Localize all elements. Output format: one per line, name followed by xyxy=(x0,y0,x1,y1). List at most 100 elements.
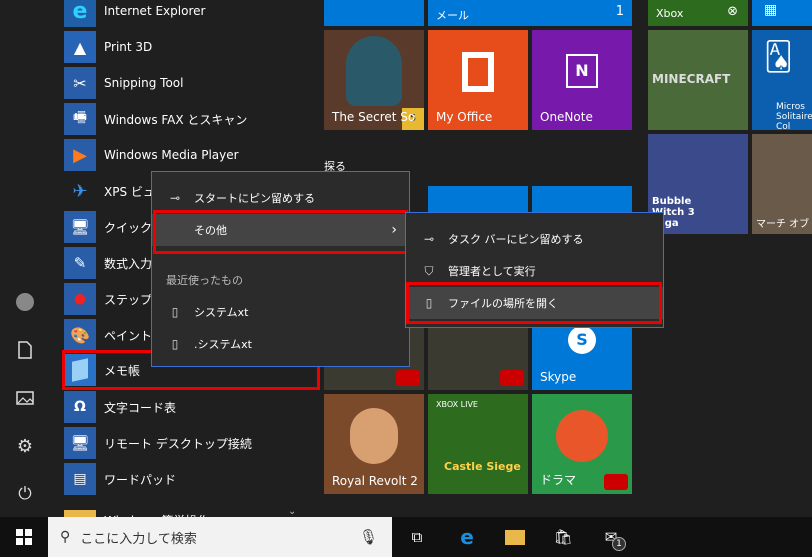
menu-pin-to-start[interactable]: ⊸ スタートにピン留めする xyxy=(152,182,409,214)
app-label: Print 3D xyxy=(104,40,153,54)
app-item-character-map[interactable]: Ω 文字コード表 xyxy=(64,389,314,425)
tile-label: メール xyxy=(436,9,469,22)
app-label: ワードパッド xyxy=(104,472,177,487)
context-menu-submenu: ⊸ タスク バーにピン留めする ⛉ 管理者として実行 ▯ ファイルの場所を開く xyxy=(405,212,664,328)
settings-button[interactable]: ⚙ xyxy=(0,424,50,468)
search-box[interactable]: ⚲ ここに入力して検索 🎙 xyxy=(48,517,392,557)
tile-my-office[interactable]: My Office xyxy=(428,30,528,130)
tile-secret-society[interactable]: 5 The Secret So xyxy=(324,30,424,130)
tile-xbox[interactable]: Xbox ⊗ xyxy=(648,0,748,26)
task-view-icon: ⧉ xyxy=(411,528,423,546)
section-heading: 最近使ったもの xyxy=(166,274,243,287)
mail-button[interactable]: ✉ 1 xyxy=(588,517,634,557)
tile-label: Skype xyxy=(540,370,577,384)
store-button[interactable]: 🛍 xyxy=(540,517,586,557)
chevron-right-icon: › xyxy=(391,222,397,238)
app-label: リモート デスクトップ接続 xyxy=(104,436,252,451)
tile-solitaire[interactable]: 🂡 Micros Solitaire Col xyxy=(752,30,812,130)
print-3d-icon: ▲ xyxy=(64,31,96,63)
office-icon xyxy=(462,52,494,92)
power-button[interactable]: ⏻ xyxy=(0,472,50,516)
taskbar: ⚲ ここに入力して検索 🎙 ⧉ e 🛍 ✉ 1 xyxy=(0,517,812,557)
recent-file-label: .システムxt xyxy=(194,338,252,351)
tile-royal-revolt[interactable]: Royal Revolt 2 xyxy=(324,394,424,494)
menu-pin-to-taskbar[interactable]: ⊸ タスク バーにピン留めする xyxy=(406,223,663,255)
search-placeholder: ここに入力して検索 xyxy=(80,531,197,547)
app-item-wordpad[interactable]: ▤ ワードパッド xyxy=(64,461,314,497)
recent-item[interactable]: ▯ .システムxt xyxy=(152,328,409,360)
tile-label: MINECRAFT xyxy=(652,72,731,86)
game-artwork-icon xyxy=(346,36,402,106)
app-label: Snipping Tool xyxy=(104,76,184,90)
tile-march-of-empires[interactable]: マーチ オブ xyxy=(752,134,812,234)
tile-label: Royal Revolt 2 xyxy=(332,474,418,488)
file-explorer-button[interactable] xyxy=(492,517,538,557)
app-item-media-player[interactable]: ▶ Windows Media Player xyxy=(64,137,314,173)
tile-minecraft[interactable]: MINECRAFT xyxy=(648,30,748,130)
app-item-fax[interactable]: 🖷 Windows FAX とスキャン xyxy=(64,101,314,137)
app-label: 文字コード表 xyxy=(104,400,177,415)
tile-castle-siege[interactable]: XBOX LIVE Castle Siege xyxy=(428,394,528,494)
shield-icon: ⛉ xyxy=(424,263,434,278)
tile-world-of-tanks[interactable] xyxy=(428,322,528,390)
app-label: Windows Media Player xyxy=(104,148,239,162)
menu-run-as-admin[interactable]: ⛉ 管理者として実行 xyxy=(406,255,663,287)
menu-item-label: タスク バーにピン留めする xyxy=(448,233,584,246)
tile-dragon-mania[interactable]: ドラマ xyxy=(532,394,632,494)
snipping-tool-icon: ✂ xyxy=(64,67,96,99)
menu-item-label: ファイルの場所を開く xyxy=(448,297,558,310)
remote-desktop-icon: 🖥 xyxy=(64,427,96,459)
start-left-rail: ⚙ ⏻ xyxy=(0,0,50,517)
character-map-icon: Ω xyxy=(64,391,96,423)
fax-icon: 🖷 xyxy=(64,103,96,135)
start-button[interactable] xyxy=(0,517,48,557)
menu-more[interactable]: その他 › xyxy=(152,214,409,246)
tile-label: ドラマ xyxy=(540,473,577,487)
menu-open-file-location[interactable]: ▯ ファイルの場所を開く xyxy=(406,287,663,319)
cards-icon: 🂡 xyxy=(764,40,793,73)
tile-label: Micros Solitaire Col xyxy=(776,102,812,130)
task-view-button[interactable]: ⧉ xyxy=(394,517,440,557)
xbox-icon: ⊗ xyxy=(727,4,738,19)
power-icon: ⏻ xyxy=(18,484,32,504)
xbox-live-badge: XBOX LIVE xyxy=(436,400,478,409)
pin-icon: ⊸ xyxy=(169,191,181,205)
mail-badge: 1 xyxy=(612,537,626,551)
document-icon: ▯ xyxy=(425,296,433,310)
media-player-icon: ▶ xyxy=(64,139,96,171)
user-account-button[interactable] xyxy=(0,280,50,324)
app-label: クイック xyxy=(104,220,153,235)
pictures-button[interactable] xyxy=(0,376,50,420)
windows-logo-icon xyxy=(16,529,32,545)
chevron-down-icon[interactable]: ⌄ xyxy=(288,506,296,517)
microphone-icon[interactable]: 🎙 xyxy=(359,528,378,546)
xps-viewer-icon: ✈ xyxy=(64,175,96,207)
document-icon xyxy=(18,341,32,359)
tile-mail[interactable]: メール 1 xyxy=(428,0,632,26)
notepad-icon xyxy=(64,354,96,386)
tile-label: Castle Siege xyxy=(444,460,521,473)
app-label: Windows FAX とスキャン xyxy=(104,112,248,127)
tile-onenote[interactable]: N OneNote xyxy=(532,30,632,130)
gear-icon: ⚙ xyxy=(16,435,34,457)
menu-item-label: その他 xyxy=(194,224,227,237)
edge-button[interactable]: e xyxy=(444,517,490,557)
onenote-icon: N xyxy=(566,54,598,88)
search-icon: ⚲ xyxy=(60,529,71,545)
app-label: Internet Explorer xyxy=(104,4,206,18)
tile-label: My Office xyxy=(436,110,493,124)
game-artwork-icon xyxy=(350,408,398,464)
documents-button[interactable] xyxy=(0,328,50,372)
recent-item[interactable]: ▯ システムxt xyxy=(152,296,409,328)
app-label: ペイント xyxy=(104,328,153,343)
tile-store[interactable]: ▦ xyxy=(752,0,812,26)
context-menu-primary: ⊸ スタートにピン留めする その他 › 最近使ったもの ▯ システムxt ▯ .… xyxy=(151,171,410,367)
tile-label: The Secret So xyxy=(332,110,416,124)
tile-top-left[interactable] xyxy=(324,0,424,26)
app-item-print-3d[interactable]: ▲ Print 3D xyxy=(64,29,314,65)
tile-skype[interactable]: S Skype xyxy=(532,322,632,390)
app-item-internet-explorer[interactable]: e Internet Explorer xyxy=(64,0,314,29)
app-item-remote-desktop[interactable]: 🖥 リモート デスクトップ接続 xyxy=(64,425,314,461)
game-badge-icon xyxy=(396,370,420,386)
app-item-snipping-tool[interactable]: ✂ Snipping Tool xyxy=(64,65,314,101)
